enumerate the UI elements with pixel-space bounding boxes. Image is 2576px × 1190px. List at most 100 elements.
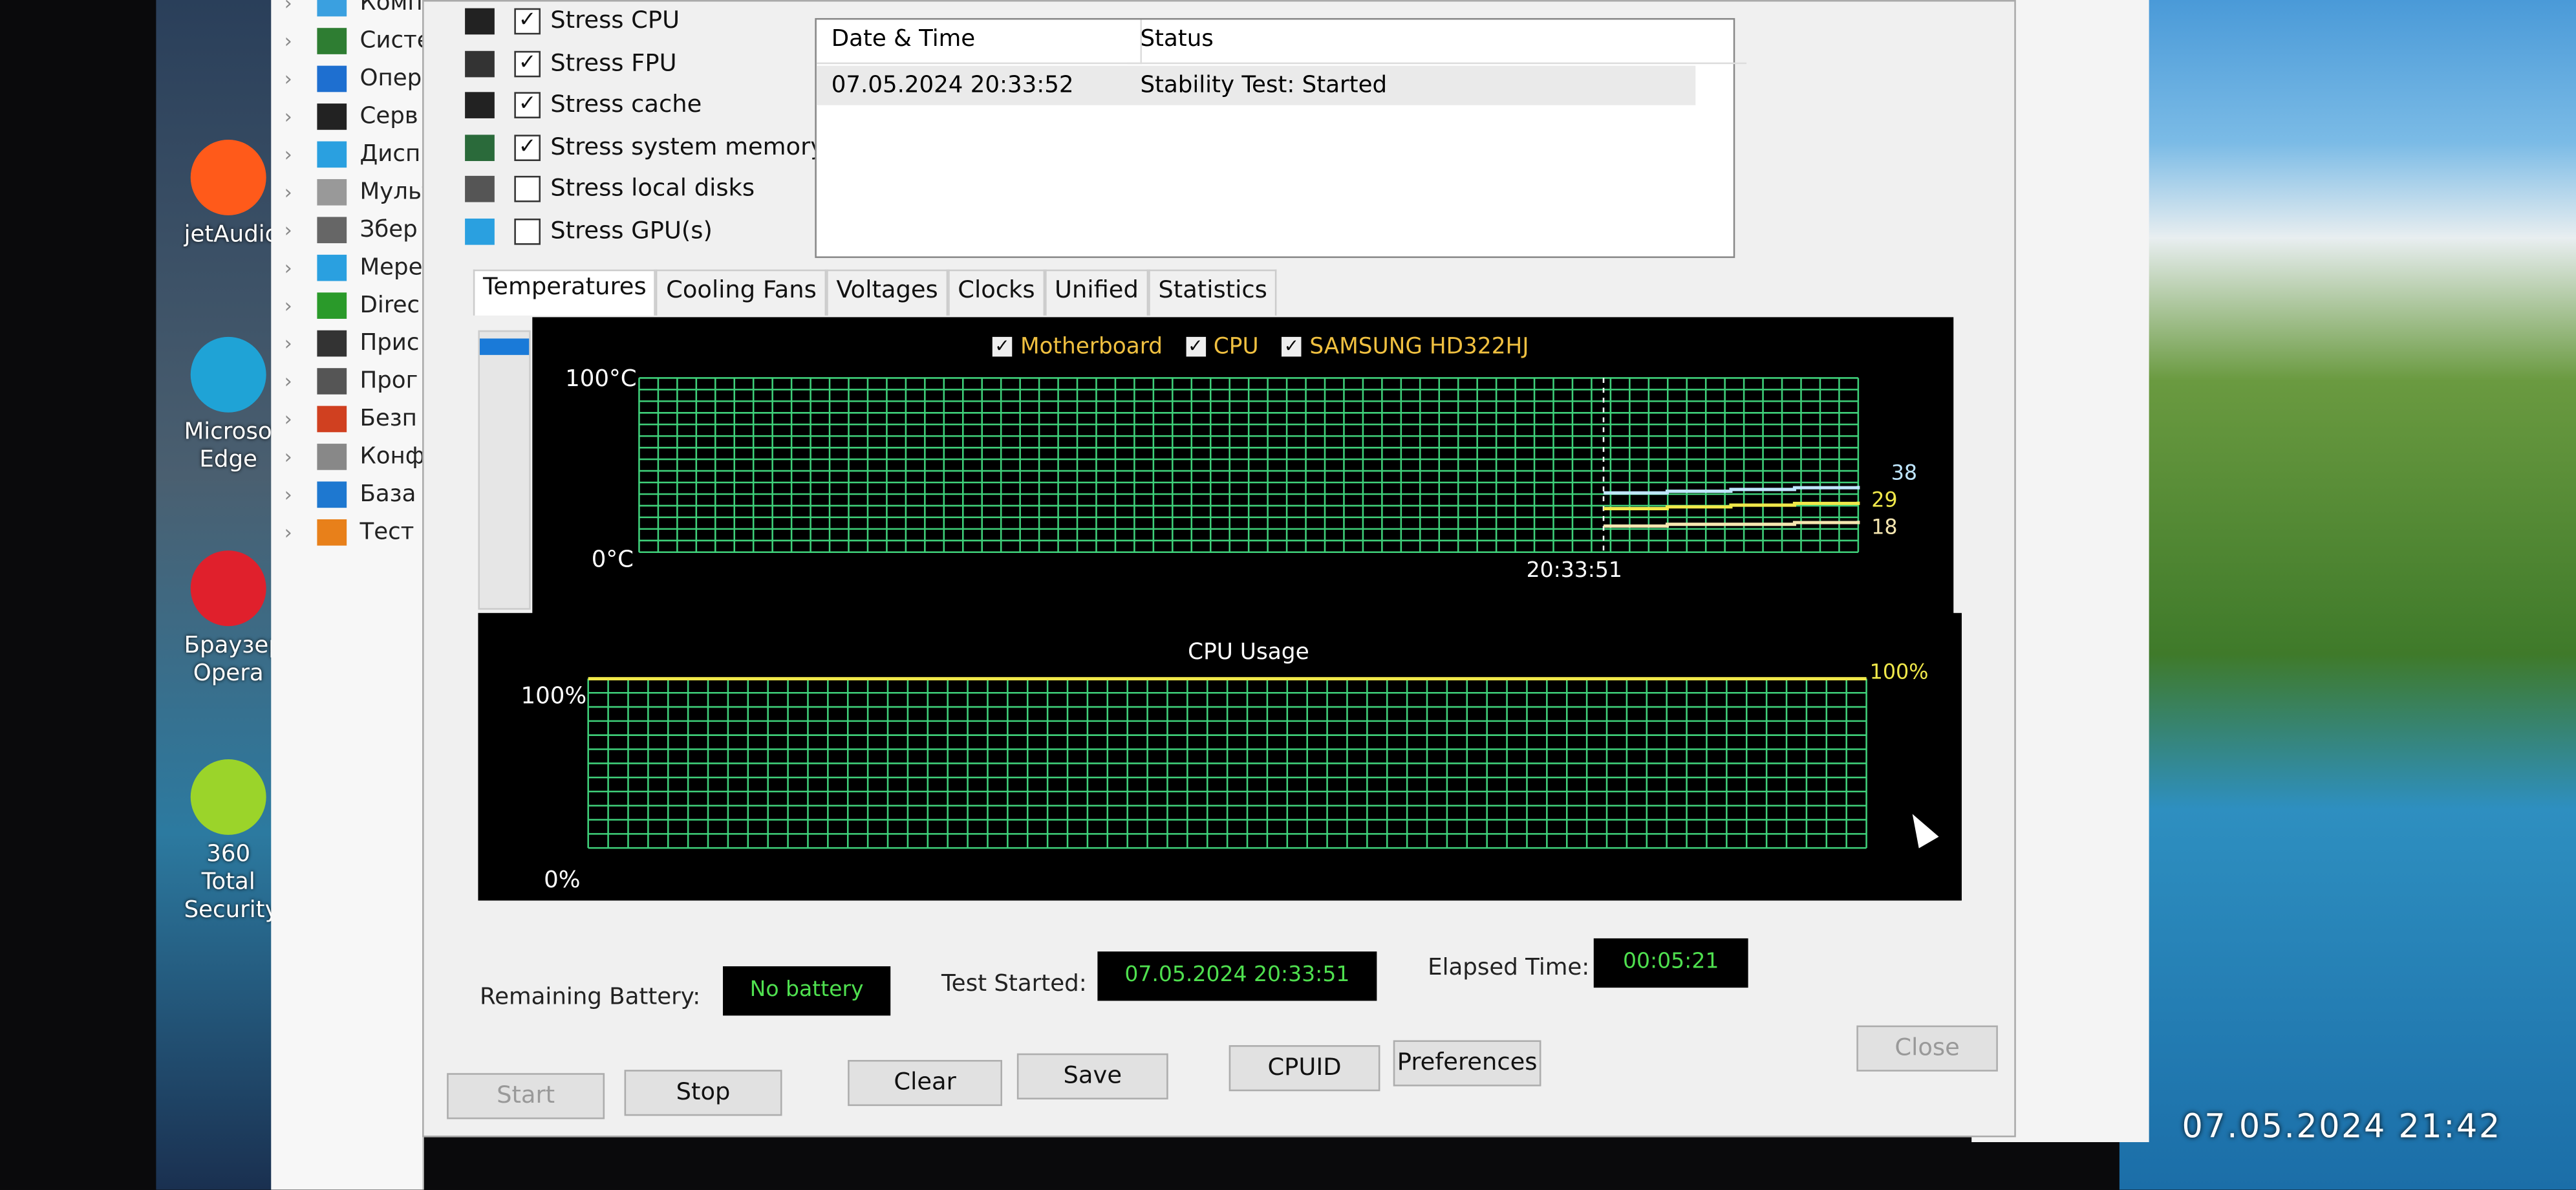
stress-option-label: Stress FPU: [550, 50, 677, 77]
column-header-status[interactable]: Status: [1127, 19, 1747, 65]
tree-node[interactable]: › Direc: [284, 286, 420, 323]
tree-node[interactable]: › Комп: [284, 0, 423, 21]
start-button[interactable]: Start: [447, 1073, 605, 1120]
tree-node-label: Дисп: [360, 140, 421, 167]
tree-node-icon: [317, 140, 347, 167]
tree-node[interactable]: › Прог: [284, 362, 418, 399]
tree-node[interactable]: › Збер: [284, 210, 418, 248]
temperature-plot: 38 29 18: [638, 377, 1917, 554]
app-icon: [190, 139, 266, 215]
tree-node-icon: [317, 367, 347, 394]
tree-node-icon: [317, 292, 347, 318]
save-button[interactable]: Save: [1016, 1053, 1168, 1099]
system-stability-test-window: ✓ Stress CPU ✓ Stress FPU ✓ Stress cache ✓ Stre…: [422, 0, 2016, 1138]
tab-unified[interactable]: Unified: [1044, 269, 1149, 316]
chevron-right-icon[interactable]: ›: [284, 369, 317, 392]
stress-option-label: Stress local disks: [550, 175, 755, 202]
tree-node[interactable]: › Безп: [284, 399, 417, 437]
chevron-right-icon[interactable]: ›: [284, 520, 317, 543]
chevron-right-icon[interactable]: ›: [284, 218, 317, 241]
chevron-right-icon[interactable]: ›: [284, 67, 317, 90]
checkbox[interactable]: [514, 175, 541, 202]
clear-button[interactable]: Clear: [848, 1059, 1003, 1107]
tree-node[interactable]: › База: [284, 475, 416, 512]
close-button[interactable]: Close: [1856, 1025, 1998, 1072]
stress-option[interactable]: ✓ Stress FPU: [465, 45, 677, 81]
cpu-chip-icon: [465, 8, 495, 35]
stress-option[interactable]: ✓ Stress CPU: [465, 3, 680, 39]
taskbar-clock[interactable]: 07.05.2024 21:42: [2182, 1106, 2501, 1145]
desktop-icon[interactable]: Microsoft Edge: [184, 336, 289, 475]
desktop-icon[interactable]: 360 Total Security: [184, 759, 279, 925]
sensor-selected-bar: [479, 338, 530, 355]
checkbox[interactable]: ✓: [514, 8, 541, 35]
chevron-right-icon[interactable]: ›: [284, 28, 317, 52]
graph-tabs: Temperatures Cooling Fans Voltages Clocks Un…: [473, 269, 1278, 316]
tree-node-icon: [317, 518, 347, 545]
tree-node[interactable]: › Прис: [284, 324, 420, 362]
tree-node[interactable]: › Опер: [284, 59, 422, 96]
series-value-label: 100%: [1870, 660, 1929, 684]
tree-node[interactable]: › Тест: [284, 513, 414, 550]
tree-node[interactable]: › Серв: [284, 97, 418, 135]
preferences-button[interactable]: Preferences: [1393, 1040, 1541, 1087]
fpu-percent-icon: [465, 50, 495, 77]
tree-node-icon: [317, 481, 347, 507]
chevron-right-icon[interactable]: ›: [284, 294, 317, 317]
tree-node-label: Конф: [360, 442, 425, 470]
photo-of-screen: jetAudio Microsoft Edge Браузер Opera 360 T…: [0, 0, 2576, 1190]
tree-node-label: Прог: [360, 367, 418, 394]
desktop-icon-label: 360 Total Security: [184, 841, 279, 924]
tree-node[interactable]: › Систе: [284, 21, 431, 59]
chevron-right-icon[interactable]: ›: [284, 142, 317, 166]
tree-node-label: База: [360, 481, 416, 507]
tab-voltages[interactable]: Voltages: [826, 269, 948, 316]
temperature-graph: ✓ Motherboard ✓ CPU ✓ SAMSUNG HD322HJ 100°C 0…: [532, 317, 1954, 623]
navigation-tree: › Комп › Систе › Опер › Серв › Дисп › Мульт › Збер › Ме…: [271, 0, 435, 1190]
desktop-icon[interactable]: Браузер Opera: [184, 550, 283, 688]
tree-node[interactable]: › Дисп: [284, 135, 421, 172]
checkbox[interactable]: ✓: [514, 134, 541, 160]
cpuid-button[interactable]: CPUID: [1229, 1045, 1380, 1092]
stress-option[interactable]: ✓ Stress system memory: [465, 129, 824, 165]
chevron-right-icon[interactable]: ›: [284, 0, 317, 14]
tree-node[interactable]: › Мере: [284, 248, 423, 286]
chevron-right-icon[interactable]: ›: [284, 331, 317, 354]
cpu-usage-plot: 100%: [587, 660, 1929, 849]
chevron-right-icon[interactable]: ›: [284, 255, 317, 279]
tree-node[interactable]: › Конф: [284, 437, 425, 475]
monitor-gpu-icon: [465, 217, 495, 244]
stress-option[interactable]: Stress local disks: [465, 171, 755, 207]
tab-statistics[interactable]: Statistics: [1148, 269, 1278, 316]
tree-node-icon: [317, 216, 347, 243]
chevron-right-icon[interactable]: ›: [284, 444, 317, 468]
tab-cooling-fans[interactable]: Cooling Fans: [656, 269, 827, 316]
checkbox[interactable]: [514, 217, 541, 244]
stop-button[interactable]: Stop: [624, 1070, 782, 1116]
checkbox[interactable]: ✓: [514, 92, 541, 118]
tree-node-icon: [317, 178, 347, 205]
stress-option[interactable]: Stress GPU(s): [465, 213, 713, 249]
chevron-right-icon[interactable]: ›: [284, 482, 317, 506]
test-started-value: 07.05.2024 20:33:51: [1097, 951, 1377, 1001]
tree-node[interactable]: › Мульт: [284, 173, 435, 210]
tree-node-label: Збер: [360, 216, 418, 243]
tab-clocks[interactable]: Clocks: [947, 269, 1045, 316]
battery-value: No battery: [723, 966, 891, 1016]
chevron-right-icon[interactable]: ›: [284, 407, 317, 430]
column-header-datetime[interactable]: Date & Time: [816, 19, 1142, 65]
grid: [587, 678, 1867, 849]
chevron-right-icon[interactable]: ›: [284, 104, 317, 127]
tab-temperatures[interactable]: Temperatures: [473, 269, 656, 316]
checkbox[interactable]: ✓: [514, 50, 541, 77]
tree-node-icon: [317, 0, 347, 16]
table-row[interactable]: 07.05.2024 20:33:52 Stability Test: Star…: [816, 65, 1696, 105]
stress-option[interactable]: ✓ Stress cache: [465, 87, 702, 124]
log-datetime: 07.05.2024 20:33:52: [831, 72, 1074, 99]
tree-node-label: Серв: [360, 102, 418, 129]
desktop-icon[interactable]: jetAudio: [184, 139, 279, 250]
stress-option-label: Stress cache: [550, 92, 702, 118]
chevron-right-icon[interactable]: ›: [284, 180, 317, 203]
stress-option-label: Stress GPU(s): [550, 217, 713, 244]
sensor-list[interactable]: [478, 330, 531, 610]
